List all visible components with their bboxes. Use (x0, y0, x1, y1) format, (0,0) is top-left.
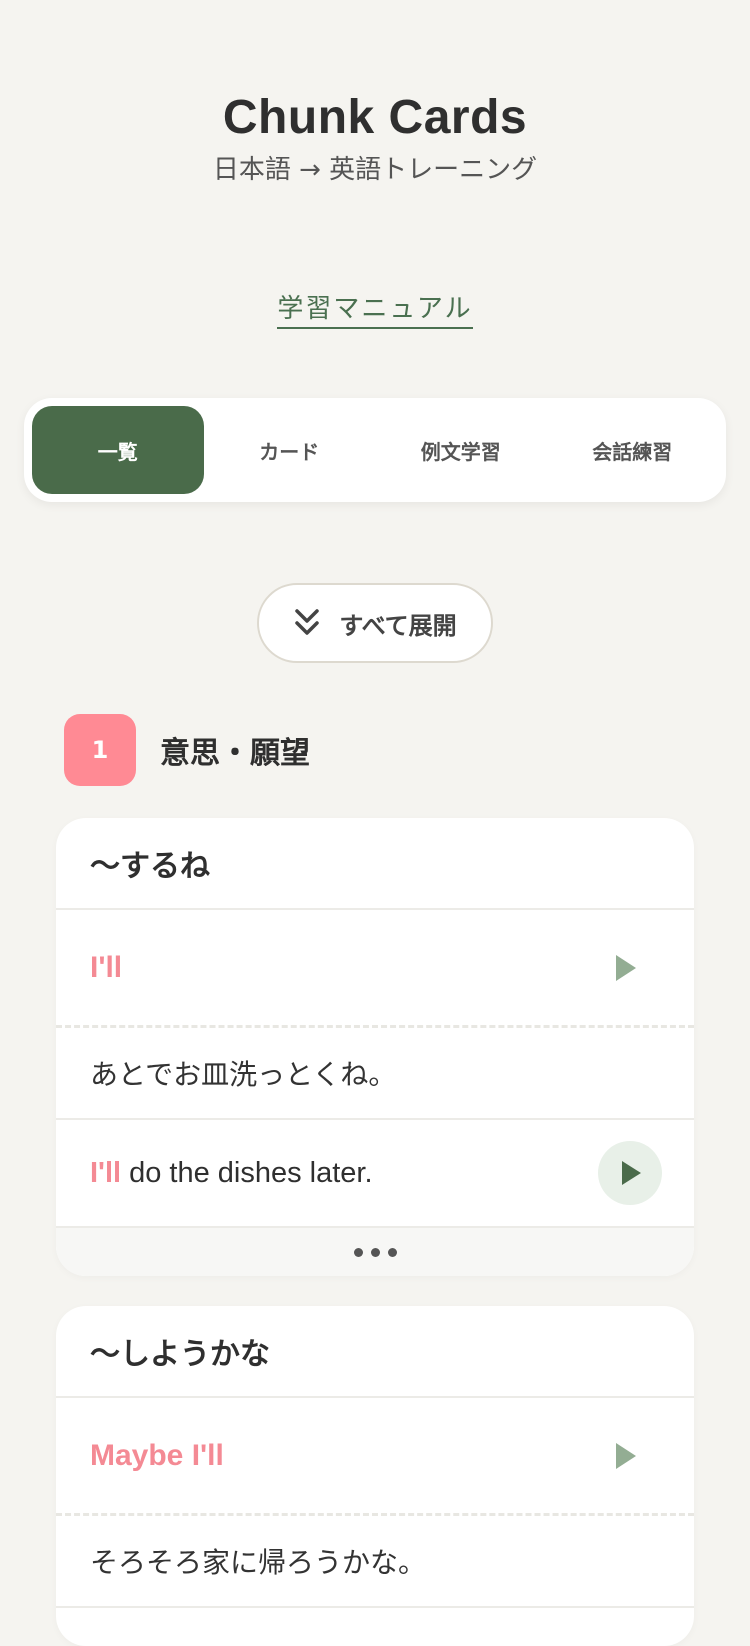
app-header: Chunk Cards 日本語 → 英語トレーニング 学習マニュアル (0, 0, 750, 329)
expand-all-button[interactable]: すべて展開 (257, 583, 493, 663)
app-subtitle: 日本語 → 英語トレーニング (212, 155, 538, 185)
tab-cards[interactable]: カード (204, 406, 376, 494)
learning-manual-link[interactable]: 学習マニュアル (277, 288, 473, 329)
play-sentence-button[interactable] (598, 1141, 662, 1205)
chunk-phrase: Maybe I'll (90, 1438, 224, 1472)
chunk-row: Maybe I'll (56, 1398, 694, 1516)
card-heading: 〜するね (56, 818, 694, 910)
expand-all-label: すべて展開 (339, 611, 457, 640)
english-sentence-row: I'll do the dishes later. (56, 1120, 694, 1228)
japanese-sentence-row: そろそろ家に帰ろうかな。 (56, 1516, 694, 1608)
chunk-row: I'll (56, 910, 694, 1028)
section-title: 意思・願望 (160, 736, 310, 771)
japanese-sentence-row: あとでお皿洗っとくね。 (56, 1028, 694, 1120)
section-header: 1 意思・願望 (64, 714, 310, 786)
double-chevron-down-icon (295, 609, 320, 635)
japanese-sentence: そろそろ家に帰ろうかな。 (90, 1546, 427, 1579)
tab-list[interactable]: 一覧 (32, 406, 204, 494)
english-chunk-highlight: I'll (90, 1156, 122, 1189)
card-heading: 〜しようかな (56, 1306, 694, 1398)
section-number-badge: 1 (64, 714, 136, 786)
view-tabs: 一覧 カード 例文学習 会話練習 (24, 398, 726, 502)
play-icon[interactable] (616, 1442, 636, 1469)
more-options-button[interactable] (56, 1228, 694, 1276)
play-icon[interactable] (616, 954, 636, 981)
tab-example-study[interactable]: 例文学習 (375, 406, 547, 494)
japanese-sentence: あとでお皿洗っとくね。 (90, 1058, 397, 1091)
more-dot (370, 1247, 380, 1257)
play-icon (622, 1161, 641, 1185)
chunk-phrase: I'll (90, 950, 123, 984)
more-dots-icon (353, 1247, 363, 1257)
chunk-card: 〜するね I'll あとでお皿洗っとくね。 I'll do the dishes… (56, 818, 694, 1276)
app-title: Chunk Cards (222, 91, 528, 144)
tab-conversation-practice[interactable]: 会話練習 (547, 406, 719, 494)
chunk-card: 〜しようかな Maybe I'll そろそろ家に帰ろうかな。 (56, 1306, 694, 1646)
english-sentence: do the dishes later. (129, 1156, 373, 1189)
more-dot (387, 1247, 397, 1257)
